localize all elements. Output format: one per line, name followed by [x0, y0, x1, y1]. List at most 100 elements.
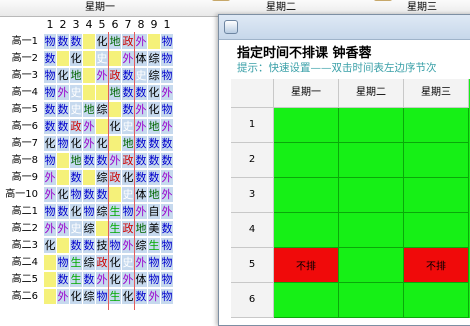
- available-slot[interactable]: [274, 108, 339, 143]
- available-slot[interactable]: [404, 283, 469, 318]
- blocked-slot[interactable]: 不排: [274, 248, 339, 283]
- timetable-cell[interactable]: 地: [135, 221, 147, 236]
- timetable-cell[interactable]: 外: [135, 119, 147, 134]
- grid-column-header[interactable]: 星期一: [274, 79, 339, 108]
- timetable-cell[interactable]: [57, 170, 69, 185]
- class-label[interactable]: 高二1: [0, 203, 38, 220]
- available-slot[interactable]: [339, 248, 404, 283]
- timetable-cell[interactable]: 数: [57, 204, 69, 219]
- timetable-cell[interactable]: 外: [44, 221, 56, 236]
- timetable-cell[interactable]: 化: [122, 289, 134, 304]
- timetable-cell[interactable]: 数: [122, 68, 134, 83]
- timetable-cell[interactable]: 综: [83, 255, 95, 270]
- timetable-cell[interactable]: [44, 289, 56, 304]
- timetable-cell[interactable]: 物: [44, 85, 56, 100]
- available-slot[interactable]: [404, 213, 469, 248]
- timetable-cell[interactable]: 物: [70, 187, 82, 202]
- class-label[interactable]: 高一1: [0, 33, 38, 50]
- timetable-cell[interactable]: 自: [148, 204, 160, 219]
- timetable-cell[interactable]: [44, 255, 56, 270]
- timetable-cell[interactable]: 地: [70, 68, 82, 83]
- timetable-cell[interactable]: 地: [109, 34, 121, 49]
- timetable-cell[interactable]: 生: [109, 204, 121, 219]
- timetable-cell[interactable]: 物: [109, 238, 121, 253]
- timetable-cell[interactable]: 物: [57, 255, 69, 270]
- timetable-cell[interactable]: 化: [44, 136, 56, 151]
- timetable-cell[interactable]: 外: [44, 187, 56, 202]
- grid-period-header[interactable]: 1: [231, 108, 274, 143]
- timetable-cell[interactable]: 数: [57, 119, 69, 134]
- timetable-cell[interactable]: 化: [122, 170, 134, 185]
- timetable-cell[interactable]: 化: [70, 289, 82, 304]
- timetable-cell[interactable]: 地: [122, 136, 134, 151]
- timetable-cell[interactable]: 化: [57, 187, 69, 202]
- timetable-cell[interactable]: 政: [96, 255, 108, 270]
- timetable-cell[interactable]: 综: [148, 51, 160, 66]
- timetable-cell[interactable]: 地: [148, 187, 160, 202]
- timetable-cell[interactable]: 数: [148, 153, 160, 168]
- timetable-cell[interactable]: 数: [122, 102, 134, 117]
- timetable-cell[interactable]: 数: [70, 34, 82, 49]
- timetable-cell[interactable]: 数: [161, 221, 173, 236]
- available-slot[interactable]: [339, 213, 404, 248]
- timetable-cell[interactable]: 外: [161, 204, 173, 219]
- class-label[interactable]: 高一4: [0, 84, 38, 101]
- timetable-cell[interactable]: 外: [135, 255, 147, 270]
- timetable-cell[interactable]: 史: [70, 85, 82, 100]
- timetable-cell[interactable]: 生: [148, 238, 160, 253]
- timetable-cell[interactable]: [109, 187, 121, 202]
- timetable-cell[interactable]: 物: [44, 68, 56, 83]
- timetable-cell[interactable]: 外: [135, 102, 147, 117]
- available-slot[interactable]: [274, 283, 339, 318]
- timetable-cell[interactable]: 史: [122, 187, 134, 202]
- timetable-cell[interactable]: 地: [83, 102, 95, 117]
- timetable-cell[interactable]: 外: [135, 204, 147, 219]
- timetable-cell[interactable]: [83, 170, 95, 185]
- timetable-cell[interactable]: 化: [70, 204, 82, 219]
- timetable-cell[interactable]: 美: [148, 221, 160, 236]
- class-label[interactable]: 高一5: [0, 101, 38, 118]
- grid-period-header[interactable]: 2: [231, 143, 274, 178]
- timetable-cell[interactable]: [96, 221, 108, 236]
- timetable-cell[interactable]: 数: [44, 102, 56, 117]
- timetable-cell[interactable]: 数: [96, 153, 108, 168]
- available-slot[interactable]: [404, 178, 469, 213]
- grid-period-header[interactable]: 3: [231, 178, 274, 213]
- class-label[interactable]: 高二6: [0, 288, 38, 305]
- timetable-cell[interactable]: 史: [135, 68, 147, 83]
- timetable-cell[interactable]: 史: [70, 102, 82, 117]
- timetable-cell[interactable]: 技: [96, 238, 108, 253]
- timetable-cell[interactable]: [109, 136, 121, 151]
- timetable-cell[interactable]: 物: [161, 255, 173, 270]
- timetable-cell[interactable]: 数: [70, 170, 82, 185]
- timetable-cell[interactable]: 外: [122, 51, 134, 66]
- timetable-cell[interactable]: 物: [122, 204, 134, 219]
- timetable-cell[interactable]: 化: [148, 102, 160, 117]
- timetable-cell[interactable]: 外: [161, 119, 173, 134]
- blocked-slot[interactable]: 不排: [404, 248, 469, 283]
- class-label[interactable]: 高一3: [0, 67, 38, 84]
- timetable-cell[interactable]: 政: [70, 119, 82, 134]
- timetable-cell[interactable]: 外: [148, 289, 160, 304]
- timetable-cell[interactable]: 数: [122, 85, 134, 100]
- timetable-cell[interactable]: 数: [96, 187, 108, 202]
- timetable-cell[interactable]: 外: [96, 272, 108, 287]
- timetable-cell[interactable]: 数: [161, 136, 173, 151]
- timetable-cell[interactable]: 史: [96, 51, 108, 66]
- timetable-cell[interactable]: 物: [161, 51, 173, 66]
- grid-period-header[interactable]: 6: [231, 283, 274, 318]
- timetable-cell[interactable]: 数: [161, 153, 173, 168]
- timetable-cell[interactable]: 综: [83, 221, 95, 236]
- timetable-cell[interactable]: 综: [96, 102, 108, 117]
- timetable-cell[interactable]: 化: [96, 136, 108, 151]
- timetable-cell[interactable]: 数: [83, 272, 95, 287]
- timetable-cell[interactable]: 化: [109, 255, 121, 270]
- class-label[interactable]: 高二3: [0, 237, 38, 254]
- timetable-cell[interactable]: 数: [135, 136, 147, 151]
- available-slot[interactable]: [274, 213, 339, 248]
- timetable-cell[interactable]: 政: [122, 34, 134, 49]
- timetable-cell[interactable]: 物: [148, 255, 160, 270]
- timetable-cell[interactable]: 化: [70, 51, 82, 66]
- available-slot[interactable]: [404, 143, 469, 178]
- timetable-cell[interactable]: 外: [83, 119, 95, 134]
